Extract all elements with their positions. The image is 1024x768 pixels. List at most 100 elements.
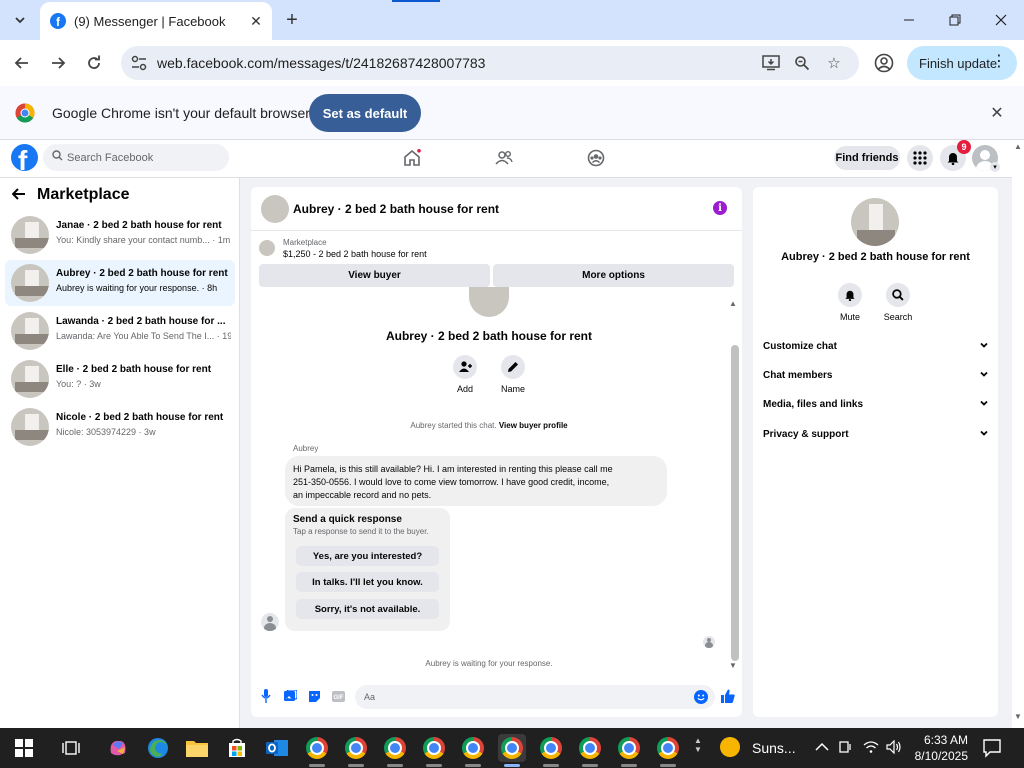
- microphone-icon[interactable]: [259, 689, 273, 703]
- profile-icon[interactable]: [873, 52, 895, 74]
- chrome-app-icon[interactable]: [654, 734, 682, 762]
- volume-icon[interactable]: [886, 739, 902, 757]
- microsoft-store-icon[interactable]: [223, 734, 251, 762]
- close-tab-icon[interactable]: ✕: [244, 9, 268, 33]
- quick-response-option[interactable]: Sorry, it's not available.: [296, 599, 439, 619]
- weather-sun-icon[interactable]: [718, 736, 742, 758]
- find-friends-button[interactable]: Find friends: [834, 146, 900, 170]
- bookmark-star-icon[interactable]: ☆: [824, 53, 844, 73]
- quick-response-option[interactable]: Yes, are you interested?: [296, 546, 439, 566]
- chat-panel: Aubrey · 2 bed 2 bath house for rent i M…: [251, 187, 742, 717]
- finish-update-button[interactable]: Finish update ⋮: [907, 46, 1017, 80]
- infobar-close-icon[interactable]: ✕: [987, 103, 1007, 123]
- install-app-icon[interactable]: [761, 53, 781, 73]
- close-window-button[interactable]: [978, 0, 1024, 40]
- scroll-down-arrow-icon[interactable]: ▼: [1014, 712, 1022, 721]
- edge-icon[interactable]: [144, 734, 172, 762]
- vpn-status-icon[interactable]: [839, 740, 853, 757]
- back-button[interactable]: [9, 50, 35, 76]
- clock[interactable]: 6:33 AM 8/10/2025: [914, 732, 968, 764]
- listing-photo: [469, 287, 509, 317]
- notification-center-icon[interactable]: [982, 738, 1002, 758]
- info-icon[interactable]: i: [713, 201, 727, 215]
- listing-thumbnail[interactable]: [261, 195, 289, 223]
- address-bar[interactable]: web.facebook.com/messages/t/241826874280…: [121, 46, 859, 80]
- set-as-default-button[interactable]: Set as default: [309, 94, 421, 132]
- conversation-list-panel: Marketplace Janae · 2 bed 2 bath house f…: [0, 178, 240, 728]
- chrome-app-icon-active[interactable]: [498, 734, 526, 762]
- message-input[interactable]: Aa: [355, 685, 715, 709]
- show-hidden-icons-chevron-up-icon[interactable]: [815, 740, 829, 755]
- chrome-app-icon[interactable]: [576, 734, 604, 762]
- scroll-down-arrow-icon[interactable]: ▼: [729, 661, 737, 670]
- chat-title[interactable]: Aubrey · 2 bed 2 bath house for rent: [293, 202, 499, 216]
- message-placeholder: Aa: [364, 692, 376, 702]
- chevron-down-icon: [15, 17, 25, 24]
- search-chat-button[interactable]: Search: [878, 283, 918, 322]
- zoom-icon[interactable]: [792, 53, 812, 73]
- name-button[interactable]: Name: [493, 355, 533, 394]
- quick-response-option[interactable]: In talks. I'll let you know.: [296, 572, 439, 592]
- new-tab-button[interactable]: +: [280, 8, 304, 32]
- chrome-app-icon[interactable]: [420, 734, 448, 762]
- chevron-down-icon: [980, 400, 988, 406]
- chevron-down-icon: [980, 430, 988, 436]
- chat-scrollbar[interactable]: [731, 345, 739, 661]
- home-nav-button[interactable]: [402, 148, 422, 168]
- chrome-app-icon[interactable]: [615, 734, 643, 762]
- wifi-icon[interactable]: [863, 740, 879, 757]
- listing-summary[interactable]: Marketplace $1,250 - 2 bed 2 bath house …: [259, 238, 729, 260]
- site-info-icon[interactable]: [129, 53, 149, 73]
- friends-nav-button[interactable]: [494, 148, 514, 168]
- start-windows-icon[interactable]: [10, 734, 38, 762]
- like-thumbs-up-icon[interactable]: [721, 689, 735, 703]
- chrome-app-icon[interactable]: [342, 734, 370, 762]
- forward-button[interactable]: [45, 50, 71, 76]
- restore-button[interactable]: [932, 0, 978, 40]
- groups-nav-button[interactable]: [586, 148, 606, 168]
- section-customize-chat[interactable]: Customize chat: [763, 337, 989, 357]
- conversation-preview: Lawanda: Are You Able To Send The I... ·…: [56, 331, 231, 341]
- photo-icon[interactable]: [283, 689, 297, 703]
- gif-label: GIF: [333, 695, 343, 701]
- scroll-up-arrow-icon[interactable]: ▲: [1014, 142, 1022, 151]
- chat-profile-name: Aubrey · 2 bed 2 bath house for rent: [385, 329, 593, 343]
- conversation-item[interactable]: Elle · 2 bed 2 bath house for rent You: …: [5, 356, 235, 402]
- outlook-icon[interactable]: [263, 734, 291, 762]
- more-options-button[interactable]: More options: [493, 264, 734, 287]
- view-buyer-button[interactable]: View buyer: [259, 264, 490, 287]
- scroll-up-arrow-icon[interactable]: ▲: [729, 299, 737, 308]
- back-arrow-icon[interactable]: [11, 187, 26, 206]
- page-scrollbar[interactable]: ▲ ▼: [1012, 140, 1024, 728]
- section-privacy-support[interactable]: Privacy & support: [763, 425, 989, 445]
- task-view-icon[interactable]: [57, 734, 85, 762]
- minimize-button[interactable]: [886, 0, 932, 40]
- conversation-item[interactable]: Nicole · 2 bed 2 bath house for rent Nic…: [5, 404, 235, 450]
- weather-text[interactable]: Suns...: [752, 740, 796, 756]
- reload-button[interactable]: [81, 50, 107, 76]
- section-media-files-links[interactable]: Media, files and links: [763, 395, 989, 415]
- copilot-icon[interactable]: [104, 734, 132, 762]
- file-explorer-icon[interactable]: [183, 734, 211, 762]
- view-buyer-profile-link[interactable]: View buyer profile: [499, 421, 568, 430]
- facebook-search-input[interactable]: Search Facebook: [43, 144, 229, 171]
- chrome-app-icon[interactable]: [537, 734, 565, 762]
- facebook-logo-icon[interactable]: f: [11, 144, 38, 171]
- tab-search-button[interactable]: [8, 8, 32, 32]
- chrome-app-icon[interactable]: [459, 734, 487, 762]
- chrome-app-icon[interactable]: [381, 734, 409, 762]
- sticker-icon[interactable]: [307, 689, 321, 703]
- taskbar-overflow-arrows-icon[interactable]: ▲ ▼: [694, 736, 702, 754]
- emoji-icon[interactable]: [694, 690, 708, 704]
- menu-button[interactable]: [907, 145, 933, 171]
- conversation-item[interactable]: Janae · 2 bed 2 bath house for rent You:…: [5, 212, 235, 258]
- tab-messenger[interactable]: f (9) Messenger | Facebook ✕: [40, 2, 272, 40]
- conversation-item[interactable]: Lawanda · 2 bed 2 bath house for ... Law…: [5, 308, 235, 354]
- conversation-preview: You: ? · 3w: [56, 379, 101, 389]
- add-button[interactable]: Add: [445, 355, 485, 394]
- conversation-item-active[interactable]: Aubrey · 2 bed 2 bath house for rent Aub…: [5, 260, 235, 306]
- section-chat-members[interactable]: Chat members: [763, 366, 989, 386]
- chrome-app-icon[interactable]: [303, 734, 331, 762]
- gif-icon[interactable]: GIF: [331, 689, 345, 703]
- mute-button[interactable]: Mute: [830, 283, 870, 322]
